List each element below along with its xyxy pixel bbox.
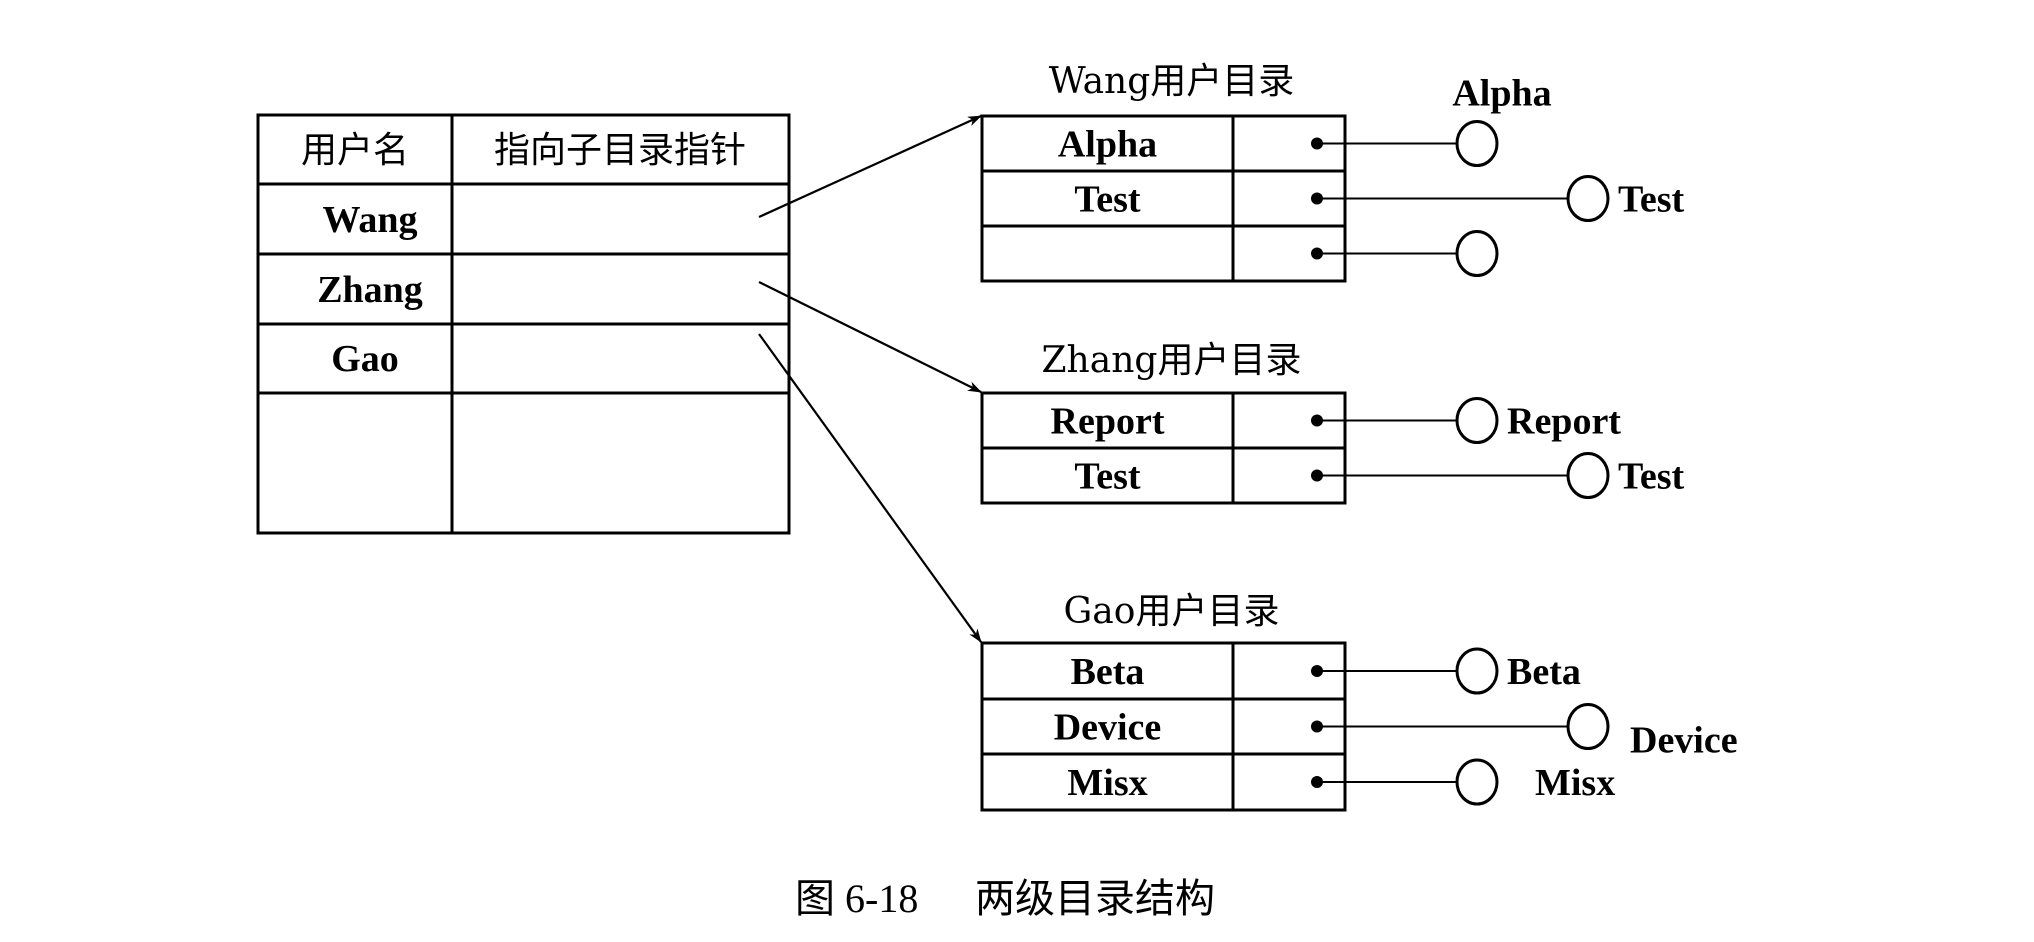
user-directory-title: Gao用户目录 <box>1064 591 1280 632</box>
caption-title: 两级目录结构 <box>975 876 1215 921</box>
pointer-arrow-wang <box>758 114 982 219</box>
user-directory: Wang用户目录 Alpha Alpha Test Test <box>980 61 1685 283</box>
file-node-circle-icon <box>1455 647 1499 695</box>
file-node-circle-icon <box>1455 120 1499 167</box>
directory-entry-name: Device <box>1054 707 1162 749</box>
user-directory-border <box>980 641 1347 812</box>
file-node-label: Misx <box>1535 762 1615 804</box>
master-row-user: Wang <box>322 199 417 241</box>
user-directory: Zhang用户目录 Report Report Test Test <box>980 340 1685 505</box>
file-node-label: Report <box>1507 401 1621 443</box>
user-directories: Wang用户目录 Alpha Alpha Test Test Zhang用户目录 Repor… <box>980 61 1738 812</box>
master-row-user: Gao <box>331 338 399 380</box>
two-level-directory-diagram: 用户名 指向子目录指针 Wang Zhang Gao Wang用户目录 Alpha… <box>256 61 1738 921</box>
file-node-label: Alpha <box>1452 73 1551 115</box>
user-directory-border <box>980 114 1347 283</box>
caption-number: 图 6-18 <box>795 876 918 921</box>
user-directory-title: Wang用户目录 <box>1049 61 1295 102</box>
pointer-arrow-zhang <box>758 281 982 393</box>
directory-entry-name: Test <box>1074 179 1141 221</box>
pointer-arrows <box>758 114 982 643</box>
file-node-circle-icon <box>1455 230 1499 277</box>
file-node-label: Test <box>1618 456 1685 498</box>
user-directory: Gao用户目录 Beta Beta Device Device Misx Misx <box>980 591 1738 812</box>
directory-entry-name: Test <box>1074 456 1141 498</box>
directory-entry-name: Misx <box>1067 762 1147 804</box>
pointer-arrow-gao <box>758 333 982 643</box>
figure-caption: 图 6-18 两级目录结构 <box>795 876 1215 921</box>
user-directory-title: Zhang用户目录 <box>1042 340 1302 381</box>
file-node-label: Beta <box>1507 651 1581 693</box>
file-node-circle-icon <box>1566 175 1610 222</box>
file-node-circle-icon <box>1455 758 1499 806</box>
master-row-user: Zhang <box>317 269 423 311</box>
file-node-label: Test <box>1618 179 1685 221</box>
master-directory-table: 用户名 指向子目录指针 Wang Zhang Gao <box>256 113 791 535</box>
file-node-circle-icon <box>1566 703 1610 750</box>
directory-entry-name: Report <box>1051 401 1165 443</box>
directory-entry-name: Beta <box>1071 651 1145 693</box>
master-header-pointer: 指向子目录指针 <box>494 130 746 171</box>
master-header-username: 用户名 <box>301 130 409 171</box>
file-node-circle-icon <box>1455 397 1499 444</box>
directory-entry-name: Alpha <box>1058 124 1157 166</box>
file-node-circle-icon <box>1566 452 1610 499</box>
file-node-label: Device <box>1630 720 1738 762</box>
